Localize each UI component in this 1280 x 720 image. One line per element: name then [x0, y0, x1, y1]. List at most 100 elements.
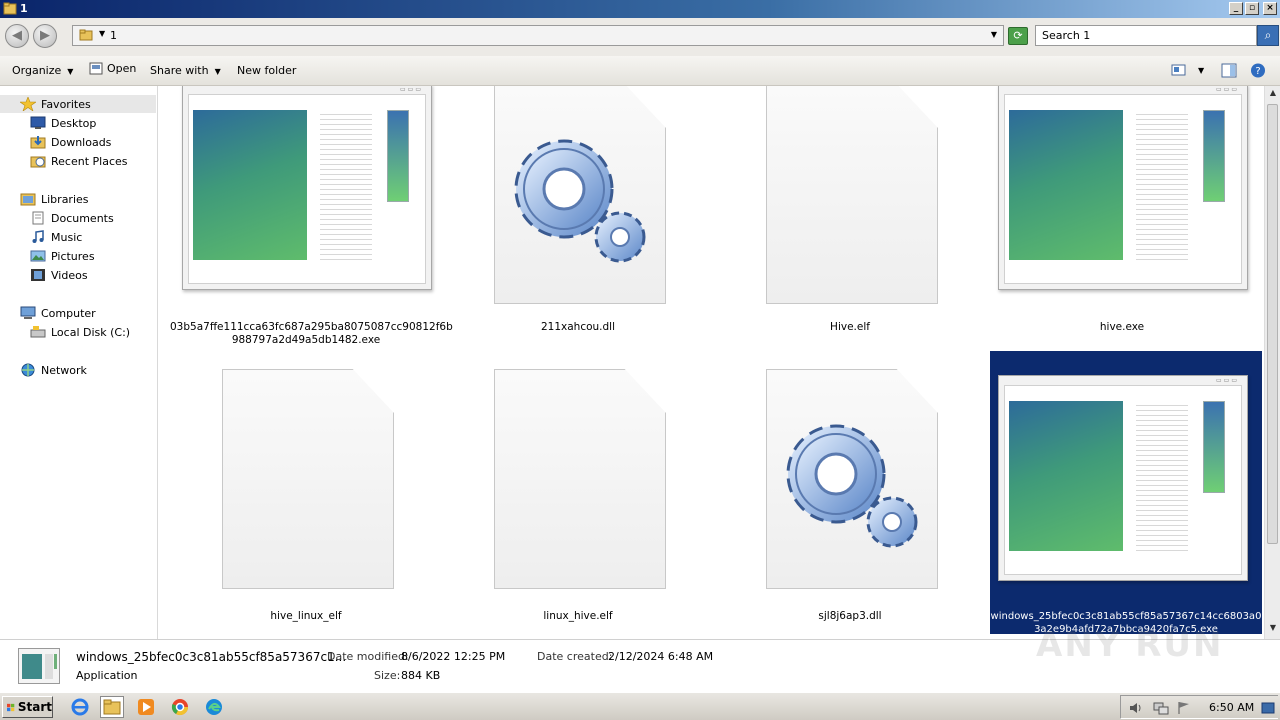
forward-arrow-icon: ▶ [40, 28, 50, 43]
taskbar-chrome[interactable] [168, 696, 192, 718]
title-bar: 1 _ ▫ × [0, 0, 1280, 18]
change-view-icon[interactable] [1171, 63, 1187, 78]
details-modified-label: Date modified: [327, 650, 409, 663]
scroll-down-icon[interactable]: ▼ [1267, 623, 1279, 637]
nav-network[interactable]: Network [20, 361, 87, 379]
clock[interactable]: 6:50 AM [1209, 701, 1254, 714]
nav-computer[interactable]: Computer [20, 304, 96, 322]
share-with-button[interactable]: Share with ▼ [150, 64, 221, 77]
nav-pictures[interactable]: Pictures [30, 247, 95, 265]
preview-pane-icon[interactable] [1221, 63, 1237, 78]
hard-drive-icon [30, 326, 46, 338]
folder-icon [103, 699, 121, 715]
breadcrumb-arrow-icon[interactable]: ▼ [99, 29, 105, 38]
open-button[interactable]: Open [89, 62, 136, 75]
application-window-icon: ▭▭▭ [998, 375, 1248, 581]
nav-documents-label: Documents [51, 211, 114, 225]
svg-text:?: ? [1255, 66, 1260, 77]
application-window-icon: ▭▭▭ [182, 86, 432, 290]
file-list: ▭▭▭ 03b5a7ffe111cca63fc687a295ba8075087c… [160, 86, 1264, 639]
details-file-type: Application [76, 669, 138, 682]
file-name: 03b5a7ffe111cca63fc687a295ba8075087cc908… [170, 321, 453, 346]
details-created-value: 2/12/2024 6:48 AM [608, 650, 714, 663]
taskbar-explorer[interactable] [100, 696, 124, 718]
nav-libraries[interactable]: Libraries [20, 190, 89, 208]
file-item[interactable]: Hive.elf [714, 86, 986, 367]
nav-local-disk[interactable]: Local Disk (C:) [30, 323, 130, 341]
action-center-flag-icon[interactable] [1177, 701, 1191, 715]
file-name: 211xahcou.dll [540, 321, 616, 333]
new-folder-button[interactable]: New folder [237, 64, 296, 77]
back-button[interactable]: ◀ [5, 24, 29, 48]
nav-recent-places[interactable]: Recent Places [30, 152, 128, 170]
recent-places-icon [30, 156, 46, 168]
blank-document-icon [222, 369, 394, 589]
computer-icon [20, 306, 36, 319]
file-item-selected[interactable]: ▭▭▭ windows_25bfec0c3c81ab55cf85a57367c1… [990, 351, 1262, 635]
search-input[interactable]: Search 1 [1035, 25, 1257, 46]
taskbar-edge[interactable] [202, 696, 226, 718]
address-bar[interactable]: ▼ 1 ▼ [72, 25, 1004, 46]
documents-icon [32, 211, 44, 225]
blank-document-icon [766, 86, 938, 304]
view-options-chevron-icon[interactable]: ▼ [1198, 66, 1204, 75]
vertical-scrollbar[interactable]: ▲ ▼ [1264, 86, 1280, 639]
search-icon: ⌕ [1264, 28, 1272, 42]
watermark: ANY RUN [1036, 625, 1224, 665]
gears-icon [514, 139, 646, 263]
taskbar: Start 6:50 AM [0, 692, 1280, 720]
nav-documents[interactable]: Documents [30, 209, 114, 227]
folder-icon [79, 29, 93, 41]
details-size-value: 884 KB [401, 669, 441, 682]
nav-music[interactable]: Music [30, 228, 82, 246]
nav-favorites[interactable]: Favorites [0, 95, 156, 113]
file-name: hive_linux_elf [270, 610, 342, 622]
forward-button[interactable]: ▶ [33, 24, 57, 48]
minimize-button[interactable]: _ [1229, 2, 1243, 15]
help-icon[interactable]: ? [1250, 63, 1266, 78]
pictures-icon [30, 250, 46, 262]
nav-desktop[interactable]: Desktop [30, 114, 96, 132]
file-item[interactable]: ▭▭▭ hive.exe [986, 86, 1258, 367]
show-desktop-icon[interactable] [1261, 701, 1275, 715]
file-item[interactable]: linux_hive.elf [442, 351, 714, 634]
nav-downloads[interactable]: Downloads [30, 133, 111, 151]
command-bar: Organize ▼ Open Share with ▼ New folder ▼ … [0, 56, 1280, 86]
network-tray-icon[interactable] [1153, 701, 1169, 715]
scroll-up-icon[interactable]: ▲ [1267, 88, 1279, 102]
refresh-button[interactable]: ⟳ [1008, 27, 1028, 45]
start-button[interactable]: Start [2, 696, 53, 718]
nav-pictures-label: Pictures [51, 249, 95, 263]
close-button[interactable]: × [1263, 2, 1277, 15]
maximize-button[interactable]: ▫ [1245, 2, 1259, 15]
file-item[interactable]: ▭▭▭ 03b5a7ffe111cca63fc687a295ba8075087c… [170, 86, 453, 367]
search-button[interactable]: ⌕ [1257, 25, 1279, 46]
taskbar-media-player[interactable] [134, 696, 158, 718]
nav-recent-places-label: Recent Places [51, 154, 128, 168]
share-with-label: Share with [150, 64, 209, 77]
chevron-down-icon: ▼ [67, 67, 74, 76]
file-item[interactable]: 211xahcou.dll [442, 86, 714, 367]
file-name: linux_hive.elf [543, 610, 613, 622]
gears-icon [786, 424, 918, 548]
breadcrumb[interactable]: 1 [110, 29, 117, 42]
nav-libraries-label: Libraries [41, 192, 89, 206]
details-file-name: windows_25bfec0c3c81ab55cf85a57367c1... [76, 650, 347, 664]
file-item[interactable]: sjl8j6ap3.dll [714, 351, 986, 634]
network-icon [21, 363, 35, 377]
nav-videos-label: Videos [51, 268, 88, 282]
chevron-down-icon[interactable]: ▼ [991, 30, 997, 39]
nav-network-label: Network [41, 363, 87, 377]
blank-document-icon [494, 369, 666, 589]
organize-button[interactable]: Organize ▼ [12, 64, 73, 77]
nav-videos[interactable]: Videos [30, 266, 88, 284]
taskbar-internet-explorer[interactable] [68, 696, 92, 718]
scrollbar-thumb[interactable] [1267, 104, 1278, 544]
desktop-icon [30, 116, 46, 129]
windows-logo-icon [7, 703, 15, 711]
nav-music-label: Music [51, 230, 83, 244]
file-name: Hive.elf [830, 321, 870, 333]
details-modified-value: 8/6/2022 12:25 PM [401, 650, 506, 663]
speaker-icon[interactable] [1129, 701, 1143, 715]
file-item[interactable]: hive_linux_elf [170, 351, 442, 634]
